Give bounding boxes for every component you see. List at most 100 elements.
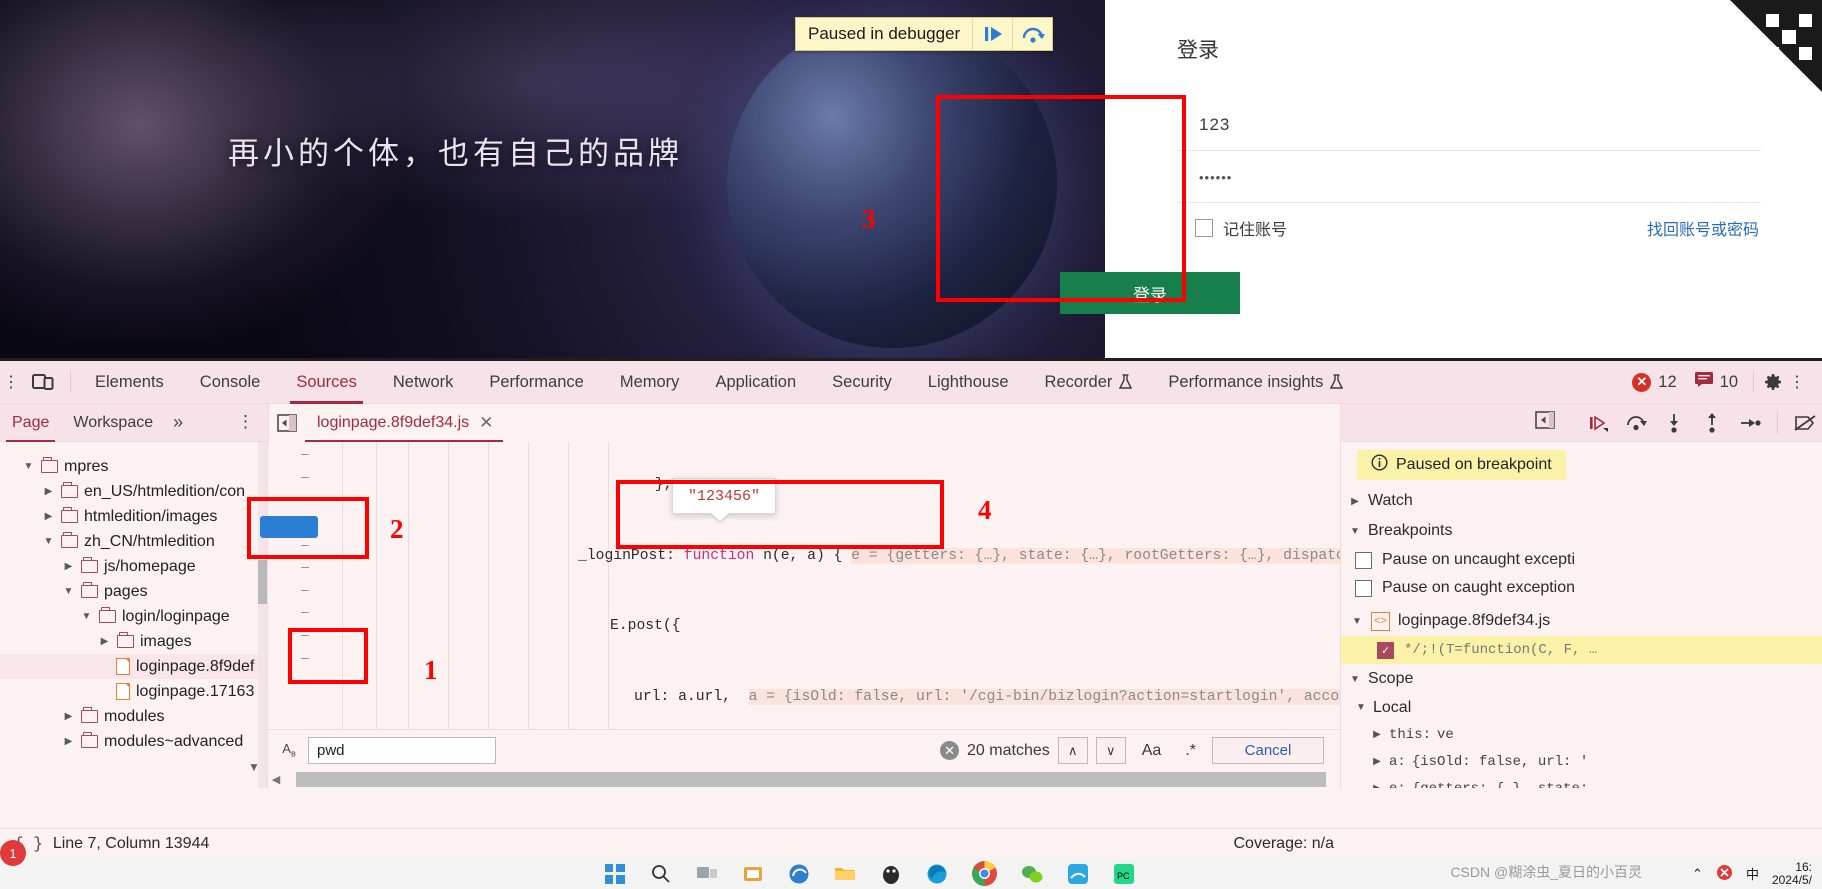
checkbox-box[interactable] xyxy=(1195,219,1213,237)
forgot-account-link[interactable]: 找回账号或密码 xyxy=(1647,216,1761,240)
tree-row-login-loginpage[interactable]: ▼ login/loginpage xyxy=(0,604,267,629)
twisty-icon[interactable]: ▶ xyxy=(42,486,55,497)
caret-icon[interactable]: ▼ xyxy=(1349,674,1361,685)
tab-performance-insights[interactable]: Performance insights xyxy=(1150,361,1361,404)
step-into-icon[interactable] xyxy=(1657,408,1691,438)
checkbox-box[interactable] xyxy=(1355,551,1372,569)
tree-row-mpres[interactable]: ▼ mpres xyxy=(0,454,267,479)
checkbox-box[interactable] xyxy=(1355,579,1372,597)
chrome-icon[interactable] xyxy=(971,860,998,887)
tree-row-modules[interactable]: ▶ modules xyxy=(0,704,267,729)
checkbox-checked-icon[interactable]: ✓ xyxy=(1377,641,1394,659)
caret-icon[interactable]: ▶ xyxy=(1371,756,1383,767)
ime-indicator[interactable]: 中 xyxy=(1746,864,1759,883)
twisty-icon[interactable]: ▼ xyxy=(80,611,93,622)
scope-item-e[interactable]: ▶ e: {getters: {…}, state: xyxy=(1341,775,1822,789)
section-scope[interactable]: ▼ Scope xyxy=(1341,664,1822,694)
qq-penguin-icon[interactable] xyxy=(879,862,903,886)
twisty-icon[interactable]: ▶ xyxy=(42,511,55,522)
twisty-icon[interactable]: ▶ xyxy=(62,561,75,572)
pause-on-caught-exceptions[interactable]: Pause on caught exception xyxy=(1341,574,1822,602)
caret-icon[interactable]: ▼ xyxy=(1351,616,1363,627)
pause-on-uncaught-exceptions[interactable]: Pause on uncaught excepti xyxy=(1341,546,1822,574)
tab-application[interactable]: Application xyxy=(697,361,814,404)
device-toolbar-icon[interactable] xyxy=(22,373,64,391)
windows-start-icon[interactable] xyxy=(603,862,627,886)
tree-row-images[interactable]: ▶ images xyxy=(0,629,267,654)
subtab-page[interactable]: Page xyxy=(0,404,61,442)
caret-icon[interactable]: ▶ xyxy=(1371,729,1383,740)
scrollbar-thumb[interactable] xyxy=(258,560,267,604)
match-case-icon[interactable]: Aв xyxy=(278,742,300,759)
error-tray-icon[interactable] xyxy=(1716,864,1733,884)
caret-icon[interactable]: ▶ xyxy=(1371,783,1383,788)
show-hidden-icons-icon[interactable]: ⌃ xyxy=(1692,866,1703,882)
twisty-icon[interactable]: ▼ xyxy=(22,461,35,472)
pycharm-icon[interactable]: PC xyxy=(1112,862,1136,886)
tab-recorder[interactable]: Recorder xyxy=(1027,361,1151,404)
twisty-icon[interactable]: ▶ xyxy=(62,736,75,747)
password-input[interactable]: •••••• xyxy=(1177,152,1761,203)
twisty-icon[interactable]: ▶ xyxy=(62,711,75,722)
scope-item-a[interactable]: ▶ a: {isOld: false, url: ' xyxy=(1341,748,1822,775)
close-icon[interactable]: ✕ xyxy=(479,413,493,433)
alipay-icon[interactable] xyxy=(1066,862,1090,886)
caret-icon[interactable]: ▶ xyxy=(1349,496,1361,507)
section-breakpoints[interactable]: ▼ Breakpoints xyxy=(1341,516,1822,546)
step-icon[interactable] xyxy=(1733,408,1767,438)
error-count-badge[interactable]: ✕ 12 xyxy=(1623,372,1685,392)
tab-performance[interactable]: Performance xyxy=(471,361,601,404)
tab-network[interactable]: Network xyxy=(375,361,472,404)
resume-script-icon[interactable] xyxy=(1581,408,1615,438)
twisty-icon[interactable]: ▼ xyxy=(42,536,55,547)
qr-code-icon[interactable] xyxy=(1766,14,1812,60)
gear-icon[interactable] xyxy=(1760,369,1786,395)
edge-dev-icon[interactable] xyxy=(787,862,811,886)
store-icon[interactable] xyxy=(741,862,765,886)
cancel-button[interactable]: Cancel xyxy=(1212,737,1324,764)
search-icon[interactable] xyxy=(649,862,673,886)
match-case-button[interactable]: Aa xyxy=(1134,742,1170,760)
scroll-left-icon[interactable]: ◀ xyxy=(268,773,284,786)
scroll-track[interactable] xyxy=(284,772,1340,787)
more-options-icon[interactable]: ⋮ xyxy=(223,413,268,430)
tree-row-htmledition-images[interactable]: ▶ htmledition/images xyxy=(0,504,267,529)
caret-icon[interactable]: ▼ xyxy=(1349,526,1361,537)
tree-row-pages[interactable]: ▼ pages xyxy=(0,579,267,604)
navigator-scrollbar[interactable] xyxy=(258,442,267,788)
step-out-icon[interactable] xyxy=(1695,408,1729,438)
tree-row-loginpage-17163[interactable]: loginpage.17163 xyxy=(0,679,267,704)
wechat-icon[interactable] xyxy=(1020,862,1044,886)
prev-match-button[interactable]: ∧ xyxy=(1057,737,1088,764)
tree-row-zh-cn[interactable]: ▼ zh_CN/htmledition xyxy=(0,529,267,554)
tree-row-loginpage-8f9def[interactable]: loginpage.8f9def xyxy=(0,654,267,679)
tab-elements[interactable]: Elements xyxy=(77,361,182,404)
more-tools-icon[interactable]: ⋮ xyxy=(0,372,22,392)
show-navigator-icon[interactable] xyxy=(269,404,305,442)
caret-icon[interactable]: ▼ xyxy=(1355,702,1367,713)
subtab-workspace[interactable]: Workspace xyxy=(61,404,165,442)
step-over-button[interactable] xyxy=(1012,18,1052,50)
tree-row[interactable] xyxy=(0,444,267,454)
devtools-menu-icon[interactable]: ⋮ xyxy=(1786,372,1808,392)
resume-script-button[interactable] xyxy=(972,18,1012,50)
tree-scroll-down-icon[interactable]: ▼ xyxy=(248,760,260,774)
login-submit-button[interactable]: 登录 xyxy=(1060,272,1240,314)
twisty-icon[interactable]: ▶ xyxy=(98,636,111,647)
subtabs-more-icon[interactable]: » xyxy=(165,412,191,433)
section-watch[interactable]: ▶ Watch xyxy=(1341,486,1822,516)
search-input[interactable]: pwd xyxy=(308,737,496,764)
deactivate-breakpoints-icon[interactable] xyxy=(1788,408,1822,438)
next-match-button[interactable]: ∨ xyxy=(1095,737,1126,764)
step-over-icon[interactable] xyxy=(1619,408,1653,438)
edge-icon[interactable] xyxy=(925,862,949,886)
tab-sources[interactable]: Sources xyxy=(278,361,375,404)
tab-memory[interactable]: Memory xyxy=(602,361,698,404)
clock[interactable]: 16: 2024/5/ xyxy=(1772,861,1812,886)
tree-row-en-us[interactable]: ▶ en_US/htmledition/con xyxy=(0,479,267,504)
breakpoint-entry-row[interactable]: ✓ */;!(T=function(C, F, … xyxy=(1341,636,1822,664)
tree-row-modules-advanced[interactable]: ▶ modules~advanced xyxy=(0,729,267,754)
scope-item-this[interactable]: ▶ this: ve xyxy=(1341,721,1822,748)
editor-horizontal-scrollbar[interactable]: ◀ xyxy=(268,771,1340,788)
editor-tab-loginpage[interactable]: loginpage.8f9def34.js ✕ xyxy=(305,403,504,442)
